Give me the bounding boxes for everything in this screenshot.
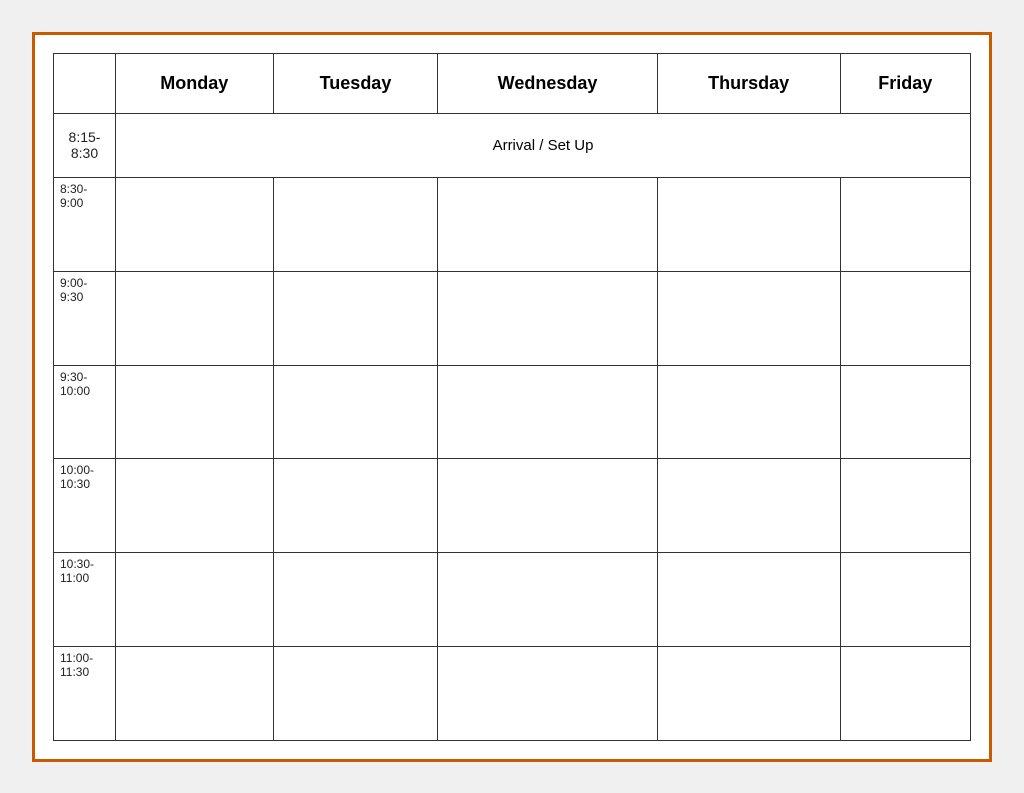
cell-slot1-day1[interactable] [273,178,438,272]
cell-slot2-day4[interactable] [840,272,970,366]
cell-slot4-day0[interactable] [116,459,274,553]
cell-slot2-day3[interactable] [657,272,840,366]
time-label-5: 10:30- 11:00 [54,553,116,647]
cell-slot1-day4[interactable] [840,178,970,272]
cell-slot4-day4[interactable] [840,459,970,553]
header-row: Monday Tuesday Wednesday Thursday Friday [54,53,971,113]
time-label-2: 9:00- 9:30 [54,272,116,366]
cell-slot1-day2[interactable] [438,178,657,272]
time-row-5: 10:30- 11:00 [54,553,971,647]
schedule-table: Monday Tuesday Wednesday Thursday Friday… [53,53,971,741]
cell-slot3-day3[interactable] [657,365,840,459]
time-label-3: 9:30- 10:00 [54,365,116,459]
time-row-3: 9:30- 10:00 [54,365,971,459]
cell-slot2-day2[interactable] [438,272,657,366]
time-label-4: 10:00- 10:30 [54,459,116,553]
cell-slot3-day2[interactable] [438,365,657,459]
time-row-2: 9:00- 9:30 [54,272,971,366]
cell-slot3-day4[interactable] [840,365,970,459]
cell-slot6-day3[interactable] [657,646,840,740]
header-time [54,53,116,113]
time-label-1: 8:30- 9:00 [54,178,116,272]
cell-slot6-day1[interactable] [273,646,438,740]
cell-slot5-day2[interactable] [438,553,657,647]
time-row-1: 8:30- 9:00 [54,178,971,272]
arrival-cell: Arrival / Set Up [116,113,971,178]
header-thursday: Thursday [657,53,840,113]
cell-slot2-day0[interactable] [116,272,274,366]
page-wrapper: Monday Tuesday Wednesday Thursday Friday… [32,32,992,762]
time-row-6: 11:00- 11:30 [54,646,971,740]
cell-slot1-day3[interactable] [657,178,840,272]
header-tuesday: Tuesday [273,53,438,113]
cell-slot6-day0[interactable] [116,646,274,740]
cell-slot3-day0[interactable] [116,365,274,459]
cell-slot5-day3[interactable] [657,553,840,647]
header-friday: Friday [840,53,970,113]
cell-slot3-day1[interactable] [273,365,438,459]
time-row-0: 8:15- 8:30Arrival / Set Up [54,113,971,178]
cell-slot5-day1[interactable] [273,553,438,647]
header-monday: Monday [116,53,274,113]
time-label-0: 8:15- 8:30 [54,113,116,178]
cell-slot6-day2[interactable] [438,646,657,740]
cell-slot4-day2[interactable] [438,459,657,553]
header-wednesday: Wednesday [438,53,657,113]
cell-slot5-day4[interactable] [840,553,970,647]
cell-slot2-day1[interactable] [273,272,438,366]
cell-slot5-day0[interactable] [116,553,274,647]
time-label-6: 11:00- 11:30 [54,646,116,740]
cell-slot1-day0[interactable] [116,178,274,272]
cell-slot4-day3[interactable] [657,459,840,553]
time-row-4: 10:00- 10:30 [54,459,971,553]
cell-slot4-day1[interactable] [273,459,438,553]
cell-slot6-day4[interactable] [840,646,970,740]
